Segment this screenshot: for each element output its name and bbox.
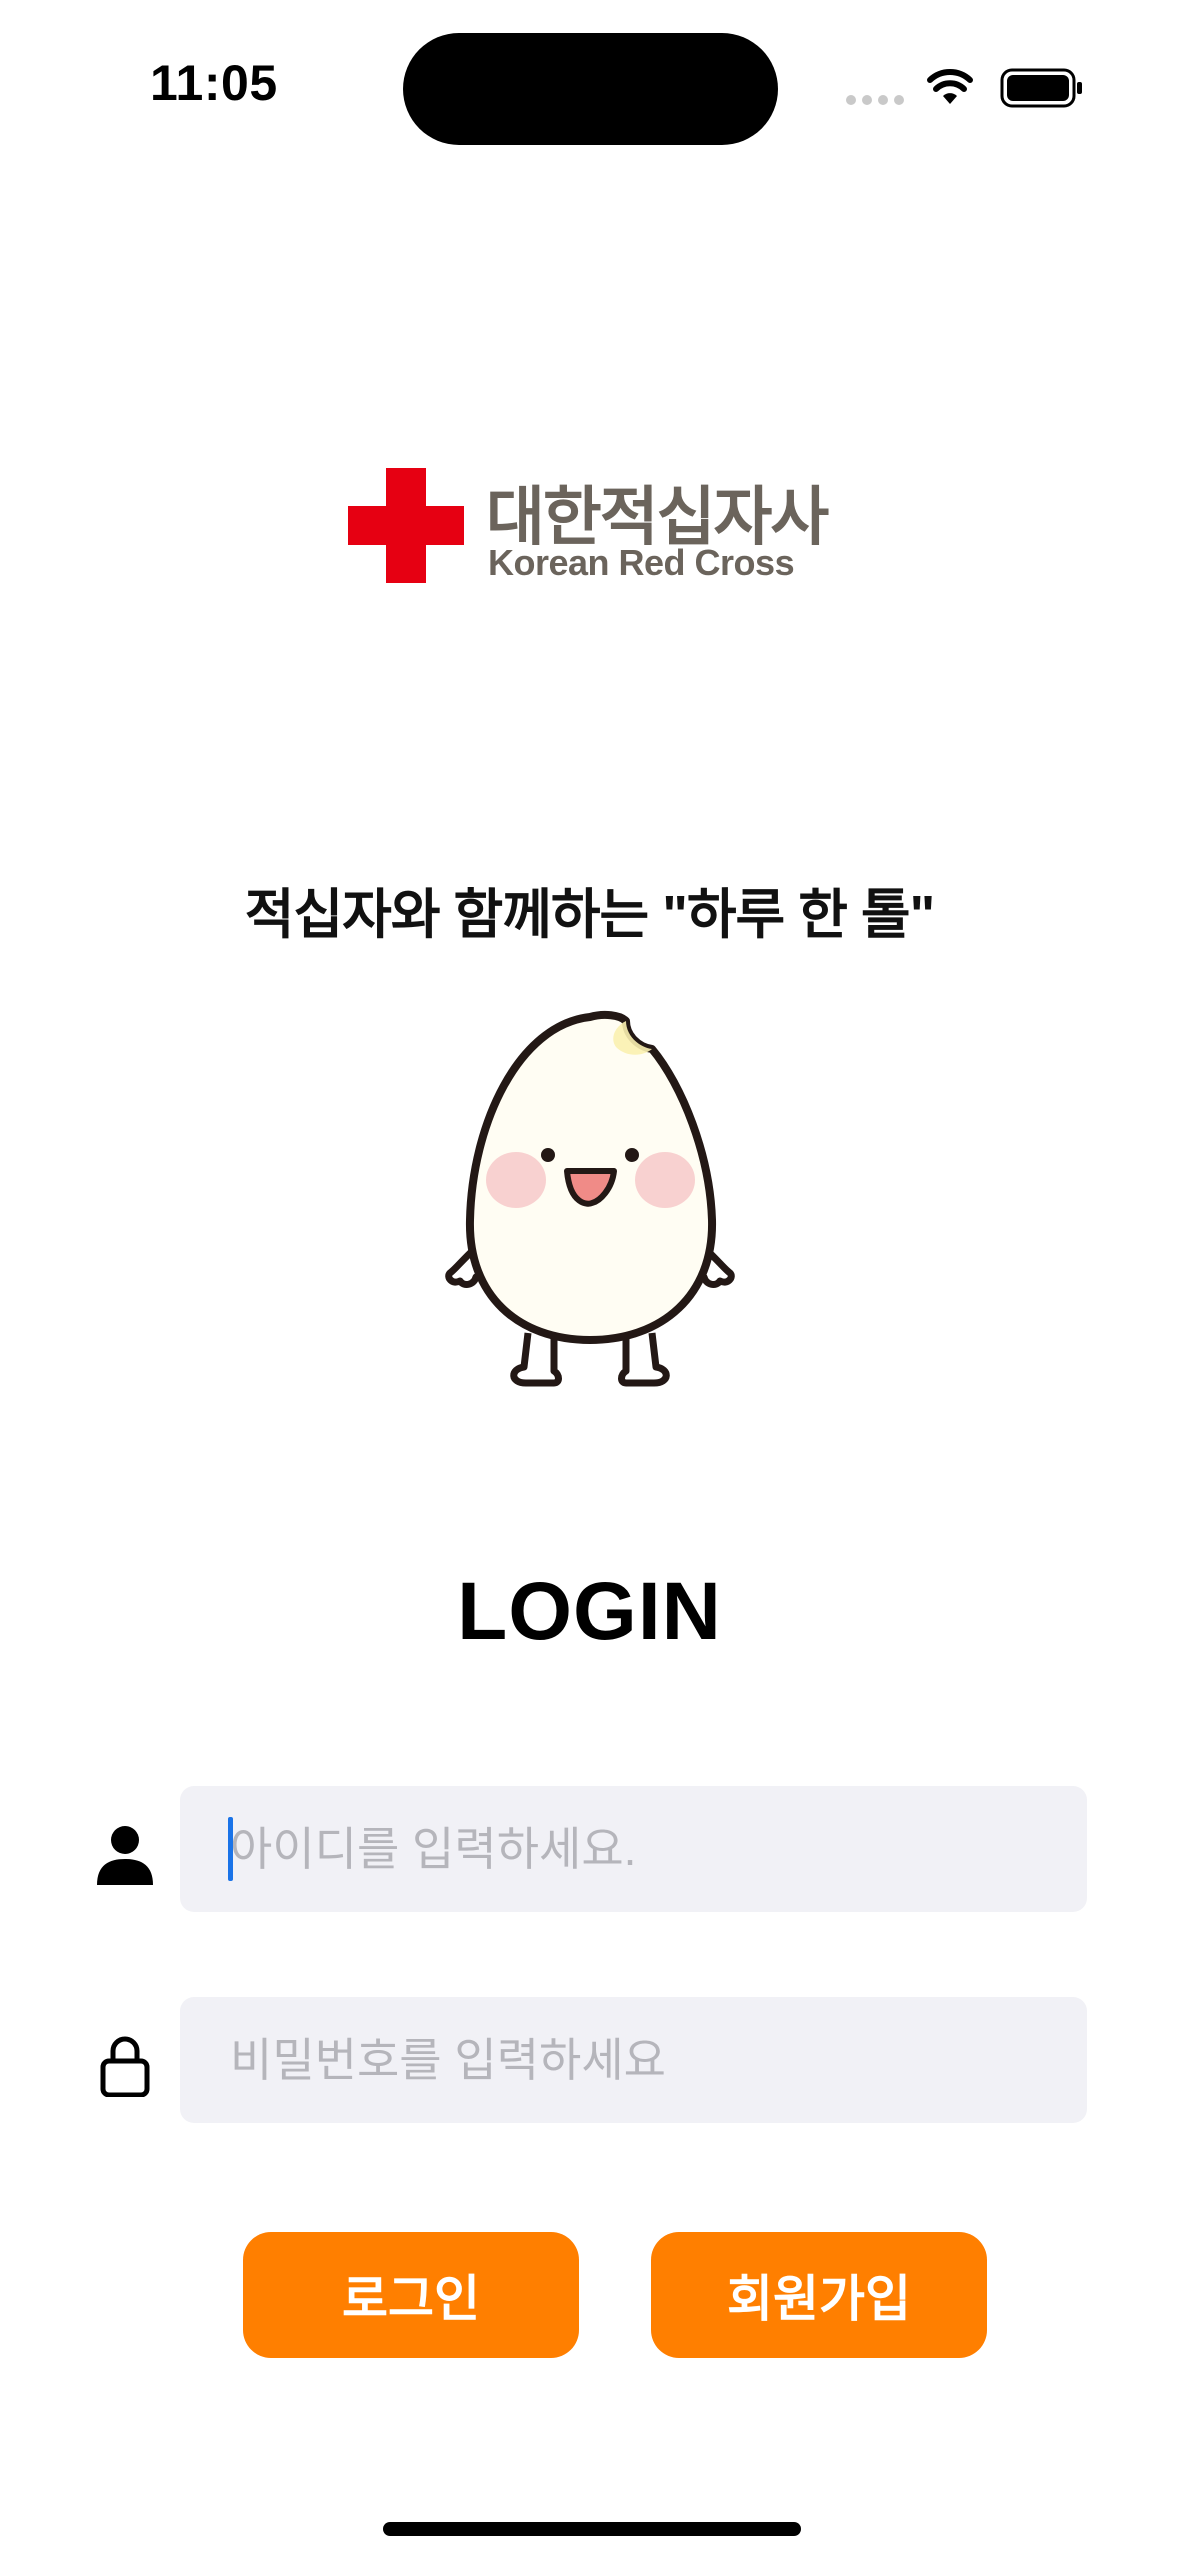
signup-button[interactable]: 회원가입	[651, 2232, 987, 2358]
text-cursor	[228, 1817, 233, 1881]
korean-red-cross-logo: 대한적십자사 Korean Red Cross	[348, 468, 829, 583]
id-input[interactable]	[228, 1821, 1087, 1877]
logo-name-en: Korean Red Cross	[488, 542, 795, 583]
tagline: 적십자와 함께하는 "하루 한 톨"	[244, 885, 935, 945]
login-title: LOGIN	[457, 1566, 722, 1657]
dynamic-island	[403, 33, 778, 145]
rice-grain-mascot-icon	[445, 1010, 735, 1387]
home-indicator[interactable]	[383, 2522, 801, 2536]
status-time: 11:05	[150, 55, 278, 111]
password-input[interactable]	[228, 2032, 1087, 2088]
wifi-icon	[927, 69, 973, 104]
battery-icon	[1000, 68, 1082, 108]
red-cross-icon	[348, 468, 464, 583]
lock-icon	[100, 2036, 150, 2097]
id-field[interactable]	[180, 1786, 1087, 1912]
user-icon	[97, 1826, 153, 1885]
signal-dots-icon	[846, 95, 904, 105]
password-field[interactable]	[180, 1997, 1087, 2123]
login-button[interactable]: 로그인	[243, 2232, 579, 2358]
